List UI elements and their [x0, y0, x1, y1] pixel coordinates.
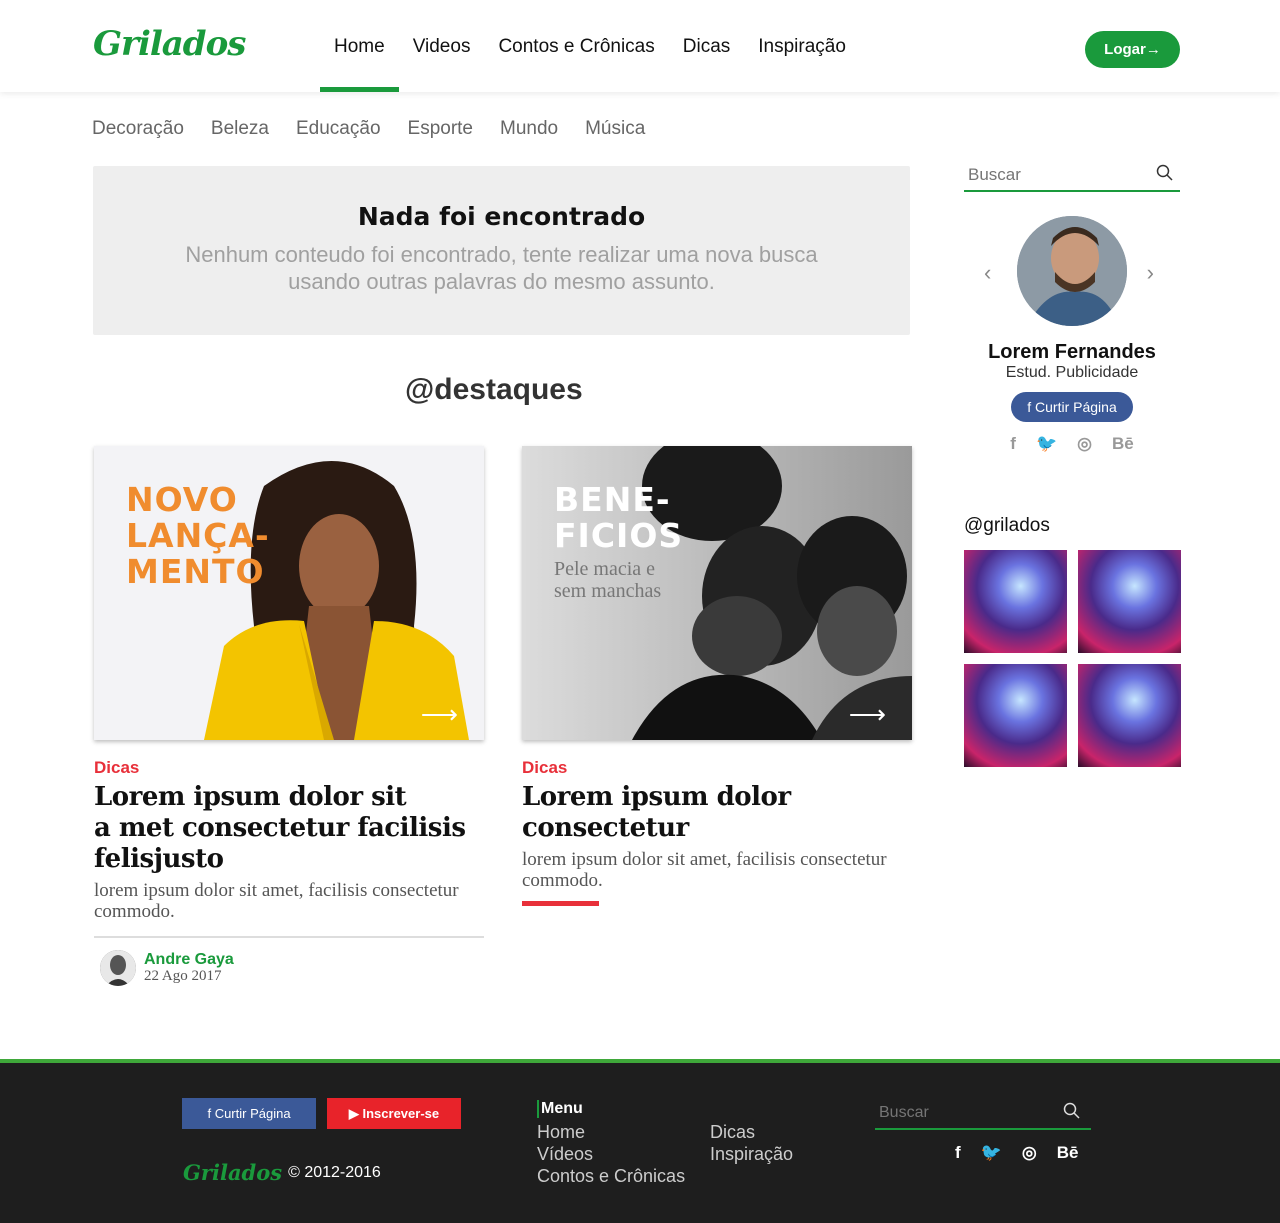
facebook-like-button[interactable]: f Curtir Página: [1011, 392, 1133, 422]
card-description: lorem ipsum dolor sit amet, facilisis co…: [94, 880, 459, 922]
login-label: Logar: [1104, 41, 1146, 58]
sidebar-search: [964, 160, 1180, 192]
highlight-card[interactable]: NOVO LANÇA- MENTO ⟶ Dicas Lorem ipsum dolo…: [94, 446, 484, 986]
arrow-right-icon[interactable]: ⟶: [421, 699, 458, 730]
footer-menu: Menu Home Vídeos Contos e Crônicas Dicas…: [537, 1100, 793, 1187]
nav-home[interactable]: Home: [320, 0, 399, 92]
nav-contos-e-cronicas[interactable]: Contos e Crônicas: [484, 0, 668, 92]
card-divider: [94, 936, 484, 938]
footer-link-contos[interactable]: Contos e Crônicas: [537, 1165, 685, 1187]
avatar[interactable]: [100, 950, 136, 986]
social-links: f 🐦 ◎ Bē: [964, 434, 1180, 454]
chevron-right-icon[interactable]: ›: [1147, 260, 1154, 286]
author-details: Andre Gaya 22 Ago 2017: [144, 951, 234, 985]
footer-menu-heading: Menu: [537, 1100, 685, 1118]
profile-name: Lorem Fernandes: [988, 341, 1156, 363]
arrow-right-icon[interactable]: ⟶: [849, 699, 886, 730]
footer-search: [875, 1098, 1091, 1130]
author-info[interactable]: Andre Gaya 22 Ago 2017: [94, 950, 484, 986]
site-logo[interactable]: Grilados: [93, 24, 246, 74]
footer-link-home[interactable]: Home: [537, 1121, 685, 1143]
card-accent-bar: [522, 901, 599, 906]
footer-link-videos[interactable]: Vídeos: [537, 1143, 685, 1165]
profile-widget: ‹ › Lorem Fernandes Estud. Publicidade f…: [964, 216, 1180, 454]
footer-logo-text[interactable]: Grilados: [183, 1160, 282, 1185]
profile-avatar[interactable]: [1017, 216, 1127, 326]
instagram-icon[interactable]: ◎: [1077, 434, 1092, 454]
facebook-icon: f: [207, 1106, 212, 1121]
nav-dicas[interactable]: Dicas: [669, 0, 745, 92]
instagram-icon[interactable]: ◎: [1022, 1143, 1037, 1163]
youtube-icon: ▶: [348, 1106, 359, 1121]
highlights-title: @destaques: [405, 373, 583, 406]
card-image[interactable]: BENE- FICIOS Pele macia e sem manchas ⟶: [522, 446, 912, 740]
facebook-icon: f: [1027, 399, 1032, 415]
footer-facebook-button[interactable]: f Curtir Página: [182, 1098, 316, 1129]
login-button[interactable]: Logar→: [1085, 31, 1180, 68]
search-input[interactable]: [964, 160, 1144, 190]
logo-text: Grilados: [93, 24, 246, 64]
site-footer: f Curtir Página ▶ Inscrever-se Grilados …: [0, 1059, 1280, 1223]
card-title[interactable]: Lorem ipsum dolor sit a met consectetur f…: [94, 782, 484, 875]
footer-youtube-button[interactable]: ▶ Inscrever-se: [327, 1098, 461, 1129]
instagram-photo[interactable]: [964, 550, 1067, 653]
instagram-title: @grilados: [964, 515, 1050, 536]
card-description: lorem ipsum dolor sit amet, facilisis co…: [522, 849, 887, 891]
card-category[interactable]: Dicas: [522, 758, 912, 778]
footer-yt-label: Inscrever-se: [362, 1106, 440, 1121]
search-icon[interactable]: [1156, 164, 1174, 182]
arrow-right-icon: →: [1145, 41, 1161, 58]
card-title[interactable]: Lorem ipsum dolor consectetur: [522, 782, 912, 844]
footer-logo: Grilados © 2012-2016: [183, 1160, 381, 1185]
category-mundo[interactable]: Mundo: [500, 118, 558, 140]
site-header: Grilados Home Videos Contos e Crônicas D…: [0, 0, 1280, 92]
card-overlay-text: NOVO LANÇA- MENTO: [126, 480, 270, 591]
twitter-icon[interactable]: 🐦: [981, 1143, 1002, 1163]
footer-links: Home Vídeos Contos e Crônicas Dicas Insp…: [537, 1121, 793, 1187]
instagram-grid: [964, 550, 1181, 767]
nav-inspiracao[interactable]: Inspiração: [744, 0, 860, 92]
behance-icon[interactable]: Bē: [1057, 1143, 1079, 1163]
empty-result-box: Nada foi encontrado Nenhum conteudo foi …: [93, 166, 910, 335]
footer-social-links: f 🐦 ◎ Bē: [955, 1143, 1078, 1163]
card-image[interactable]: NOVO LANÇA- MENTO ⟶: [94, 446, 484, 740]
instagram-photo[interactable]: [1078, 664, 1181, 767]
category-beleza[interactable]: Beleza: [211, 118, 269, 140]
facebook-icon[interactable]: f: [1010, 434, 1016, 454]
category-decoracao[interactable]: Decoração: [92, 118, 184, 140]
footer-links-col2: Dicas Inspiração: [710, 1121, 793, 1165]
chevron-left-icon[interactable]: ‹: [984, 260, 991, 286]
main-nav: Home Videos Contos e Crônicas Dicas Insp…: [320, 0, 860, 92]
nav-videos[interactable]: Videos: [399, 0, 485, 92]
footer-link-dicas[interactable]: Dicas: [710, 1121, 793, 1143]
instagram-photo[interactable]: [1078, 550, 1181, 653]
behance-icon[interactable]: Bē: [1112, 434, 1134, 454]
card-overlay-text: BENE- FICIOS: [554, 480, 684, 555]
facebook-icon[interactable]: f: [955, 1143, 961, 1163]
category-musica[interactable]: Música: [585, 118, 645, 140]
footer-search-input[interactable]: [875, 1098, 1045, 1128]
instagram-photo[interactable]: [964, 664, 1067, 767]
card-category[interactable]: Dicas: [94, 758, 484, 778]
author-date: 22 Ago 2017: [144, 968, 222, 984]
empty-title: Nada foi encontrado: [357, 202, 646, 231]
like-label: Curtir Página: [1035, 399, 1117, 415]
profile-role: Estud. Publicidade: [1005, 364, 1139, 381]
search-icon[interactable]: [1063, 1102, 1081, 1120]
category-nav: Decoração Beleza Educação Esporte Mundo …: [92, 118, 672, 140]
footer-link-inspiracao[interactable]: Inspiração: [710, 1143, 793, 1165]
category-esporte[interactable]: Esporte: [408, 118, 473, 140]
category-educacao[interactable]: Educação: [296, 118, 381, 140]
copyright: © 2012-2016: [288, 1163, 381, 1181]
footer-fb-label: Curtir Página: [214, 1106, 291, 1121]
empty-text: Nenhum conteudo foi encontrado, tente re…: [185, 242, 818, 294]
author-name[interactable]: Andre Gaya: [144, 951, 234, 968]
highlight-card[interactable]: BENE- FICIOS Pele macia e sem manchas ⟶ Di…: [522, 446, 912, 906]
card-overlay-subtitle: Pele macia e sem manchas: [554, 558, 662, 602]
twitter-icon[interactable]: 🐦: [1036, 434, 1057, 454]
